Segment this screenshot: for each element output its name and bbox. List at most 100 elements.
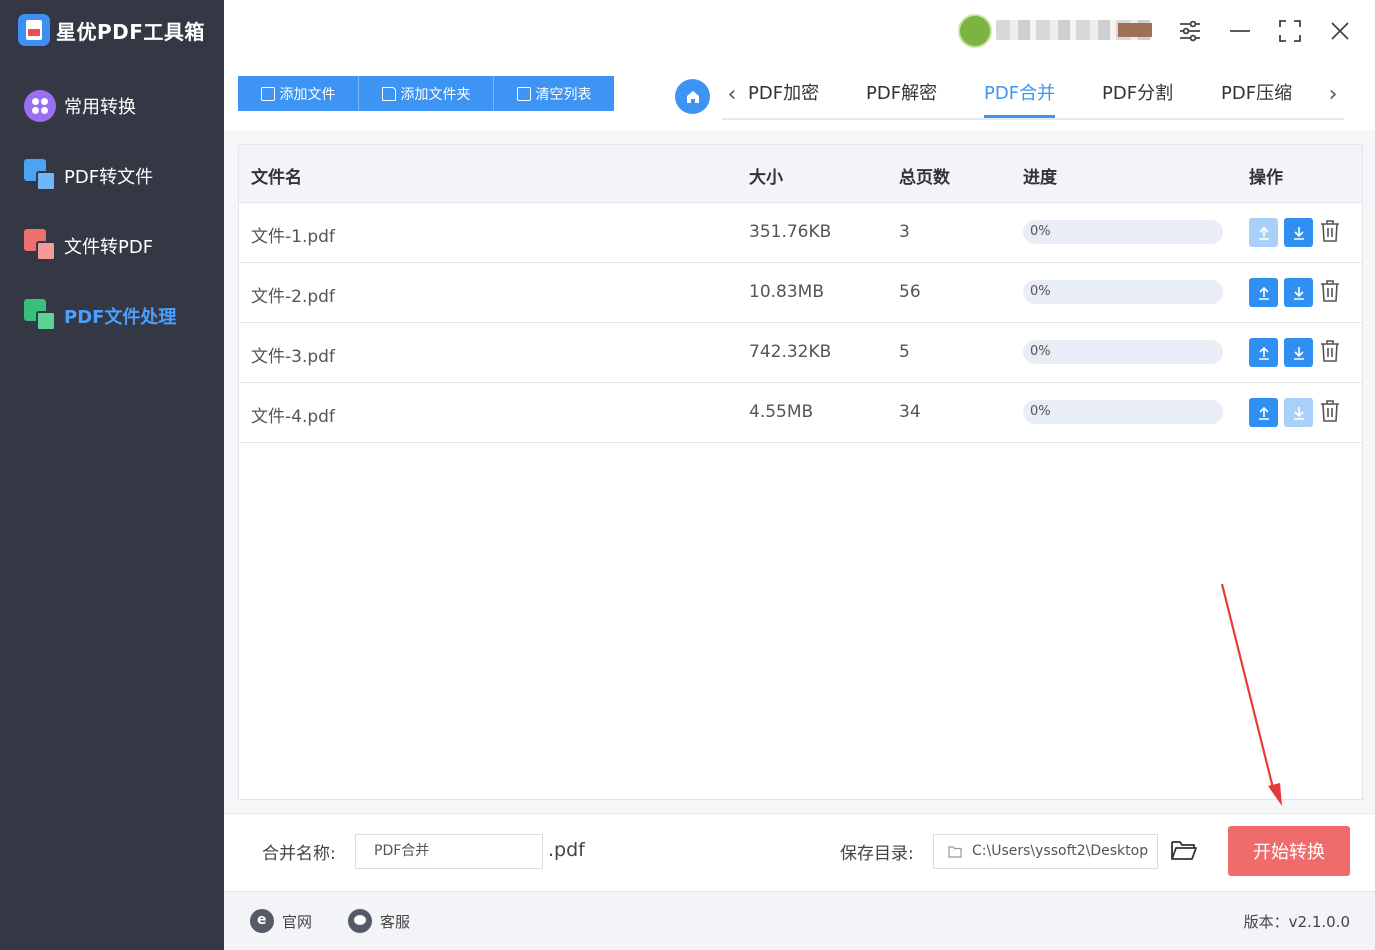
col-header-pages: 总页数 [899,168,950,188]
delete-button[interactable] [1319,399,1341,423]
merge-extension: .pdf [548,839,585,861]
sidebar-item-file-to-pdf[interactable]: 文件转PDF [24,228,153,264]
move-up-button[interactable] [1249,218,1278,247]
tab-pdf-split[interactable]: PDF分割 [1102,80,1173,108]
file-size: 742.32KB [749,342,832,362]
delete-button[interactable] [1319,279,1341,303]
move-down-button[interactable] [1284,338,1313,367]
file-name: 文件-4.pdf [251,407,335,427]
tab-pdf-merge[interactable]: PDF合并 [984,80,1056,118]
progress-text: 0% [1030,344,1051,359]
clear-list-button[interactable]: 清空列表 [494,76,614,111]
support-label: 客服 [380,912,411,931]
add-file-label: 添加文件 [279,86,336,103]
table-row[interactable]: 文件-3.pdf 742.32KB 5 0% [239,323,1362,383]
pdf-to-file-icon [24,159,58,193]
col-header-progress: 进度 [1023,168,1057,188]
app-brand: 星优PDF工具箱 [18,14,205,46]
move-up-button[interactable] [1249,278,1278,307]
file-toolbar: 添加文件 添加文件夹 清空列表 [238,76,614,111]
file-name: 文件-2.pdf [251,287,335,307]
file-to-pdf-icon [24,229,58,263]
move-up-button[interactable] [1249,398,1278,427]
save-dir-input[interactable]: C:\Users\yssoft2\Desktop [933,834,1158,869]
start-convert-button[interactable]: 开始转换 [1228,826,1350,876]
trash-icon [1321,340,1339,362]
delete-button[interactable] [1319,219,1341,243]
progress-bar: 0% [1023,400,1223,424]
tool-tabs: PDF加密 PDF解密 PDF合并 PDF分割 PDF压缩 [722,80,1344,120]
table-header: 文件名 大小 总页数 进度 操作 [239,145,1362,203]
footer-bar: e 官网 客服 版本：v2.1.0.0 [224,891,1375,950]
add-folder-button[interactable]: 添加文件夹 [359,76,494,111]
version-text: 版本：v2.1.0.0 [1243,913,1350,931]
sidebar-item-pdf-to-file[interactable]: PDF转文件 [24,158,153,194]
table-row[interactable]: 文件-2.pdf 10.83MB 56 0% [239,263,1362,323]
move-up-button[interactable] [1249,338,1278,367]
sidebar-item-label: 文件转PDF [64,237,154,258]
progress-bar: 0% [1023,280,1223,304]
trash-icon [1321,400,1339,422]
grid-circle-icon [24,89,58,123]
arrow-up-icon [1258,286,1269,300]
user-avatar[interactable] [958,14,992,48]
arrow-down-icon [1293,226,1304,240]
arrow-up-icon [1258,226,1269,240]
table-row[interactable]: 文件-1.pdf 351.76KB 3 0% [239,203,1362,263]
browser-icon: e [250,909,274,933]
folder-open-icon [1171,841,1197,860]
tab-pdf-decrypt[interactable]: PDF解密 [866,80,937,108]
arrow-up-icon [1258,406,1269,420]
minimize-icon[interactable] [1227,18,1253,44]
save-dir-label: 保存目录: [840,844,914,864]
maximize-icon[interactable] [1277,18,1303,44]
trash-icon [516,86,531,101]
tab-pdf-encrypt[interactable]: PDF加密 [748,80,819,108]
move-down-button[interactable] [1284,218,1313,247]
move-down-button[interactable] [1284,278,1313,307]
sidebar-item-pdf-processing[interactable]: PDF文件处理 [24,298,176,334]
sidebar-item-label: 常用转换 [64,97,136,118]
folder-small-icon [948,846,962,858]
website-label: 官网 [282,912,313,931]
col-header-name: 文件名 [251,168,302,188]
add-folder-label: 添加文件夹 [400,86,471,103]
progress-text: 0% [1030,284,1051,299]
progress-bar: 0% [1023,220,1223,244]
delete-button[interactable] [1319,339,1341,363]
support-link[interactable]: 客服 [348,909,410,933]
file-icon [260,86,275,101]
progress-text: 0% [1030,404,1051,419]
close-icon[interactable] [1327,18,1353,44]
settings-sliders-icon[interactable] [1177,18,1203,44]
tab-pdf-compress[interactable]: PDF压缩 [1221,80,1292,108]
table-row[interactable]: 文件-4.pdf 4.55MB 34 0% [239,383,1362,443]
file-pages: 5 [899,342,910,362]
merge-name-input[interactable]: PDF合并 [355,834,543,869]
home-icon [686,90,699,103]
col-header-size: 大小 [749,168,783,188]
file-pages: 3 [899,222,910,242]
tabs-next-icon[interactable]: › [1323,82,1343,108]
username-blurred [996,20,1152,40]
file-name: 文件-3.pdf [251,347,335,367]
arrow-down-icon [1293,346,1304,360]
move-down-button[interactable] [1284,398,1313,427]
file-pages: 56 [899,282,921,302]
app-logo-icon [18,14,50,46]
add-file-button[interactable]: 添加文件 [238,76,359,111]
arrow-up-icon [1258,346,1269,360]
file-size: 351.76KB [749,222,832,242]
file-size: 4.55MB [749,402,814,422]
file-name: 文件-1.pdf [251,227,335,247]
browse-folder-button[interactable] [1170,836,1198,864]
file-pages: 34 [899,402,921,422]
pdf-processing-icon [24,299,58,333]
website-link[interactable]: e 官网 [250,909,312,933]
save-dir-value: C:\Users\yssoft2\Desktop [972,843,1149,859]
app-title: 星优PDF工具箱 [56,19,205,44]
home-button[interactable] [675,79,710,114]
sidebar-item-common-convert[interactable]: 常用转换 [24,88,136,124]
arrow-down-icon [1293,406,1304,420]
clear-list-label: 清空列表 [535,86,592,103]
